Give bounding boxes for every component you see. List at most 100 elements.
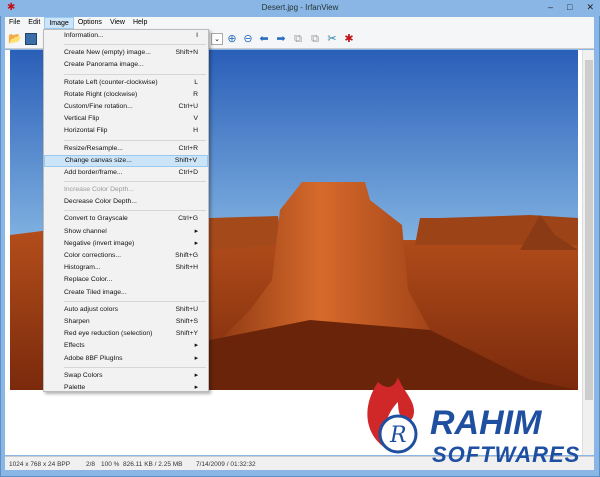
menu-item-color-corrections[interactable]: Color corrections... Shift+G [44, 250, 208, 262]
menu-item-shortcut: L [194, 78, 198, 86]
menu-item-label: Rotate Right (clockwise) [64, 90, 138, 98]
submenu-arrow-icon: ▸ [194, 342, 198, 350]
next-icon[interactable]: ➡ [275, 33, 287, 45]
menu-item-label: Horizontal Flip [64, 127, 108, 135]
menu-item-shortcut: Ctrl+U [178, 102, 198, 110]
menu-item-create-new-empty-image[interactable]: Create New (empty) image... Shift+N [44, 47, 208, 59]
menu-view[interactable]: View [106, 17, 129, 29]
zoom-out-icon[interactable]: ⊖ [242, 33, 254, 45]
status-dimensions: 1024 x 768 x 24 BPP [9, 461, 71, 468]
menu-item-auto-adjust-colors[interactable]: Auto adjust colors Shift+U [44, 304, 208, 316]
svg-text:R: R [389, 423, 407, 448]
menu-item-rotate-right-clockwise[interactable]: Rotate Right (clockwise) R [44, 89, 208, 101]
menu-item-shortcut: H [193, 127, 198, 135]
menu-separator [64, 139, 206, 141]
menu-separator [64, 300, 206, 302]
svg-text:RAHIM: RAHIM [430, 404, 542, 442]
menu-item-shortcut: V [193, 115, 198, 123]
menu-item-negative-invert-image[interactable]: Negative (invert image) ▸ [44, 238, 208, 250]
window-title: Desert.jpg - IrfanView [261, 3, 339, 12]
submenu-arrow-icon: ▸ [194, 354, 198, 362]
menu-separator [64, 366, 206, 368]
menu-item-label: Negative (invert image) [64, 239, 135, 247]
menu-edit[interactable]: Edit [24, 17, 44, 29]
menu-item-swap-colors[interactable]: Swap Colors ▸ [44, 370, 208, 382]
menu-item-effects[interactable]: Effects ▸ [44, 340, 208, 352]
status-date: 7/14/2009 / 01:32:32 [196, 461, 256, 468]
menu-options[interactable]: Options [74, 17, 106, 29]
menu-item-shortcut: Shift+U [175, 305, 198, 313]
menu-item-replace-color[interactable]: Replace Color... [44, 274, 208, 286]
menu-item-horizontal-flip[interactable]: Horizontal Flip H [44, 125, 208, 137]
status-zoom: 100 % [101, 461, 120, 468]
paste-icon[interactable]: ⧉ [309, 33, 321, 45]
menu-item-label: Create New (empty) image... [64, 49, 151, 57]
menu-item-label: Show channel [64, 227, 107, 235]
menu-item-label: Color corrections... [64, 252, 122, 259]
menu-item-shortcut: R [193, 90, 198, 98]
menu-item-shortcut: Shift+N [175, 49, 198, 57]
copy-icon[interactable]: ⧉ [292, 33, 304, 45]
menu-item-convert-to-grayscale[interactable]: Convert to Grayscale Ctrl+G [44, 213, 208, 225]
menu-item-label: Information... [64, 32, 104, 39]
menu-item-label: Rotate Left (counter-clockwise) [64, 78, 158, 86]
menu-item-label: Create Panorama image... [64, 61, 144, 69]
menu-item-shortcut: Ctrl+D [178, 168, 198, 176]
menu-item-shortcut: I [196, 32, 198, 39]
open-folder-icon[interactable]: 📂 [8, 33, 22, 45]
menu-item-add-border-frame[interactable]: Add border/frame... Ctrl+D [44, 167, 208, 179]
menu-item-sharpen[interactable]: Sharpen Shift+S [44, 316, 208, 328]
menu-separator [64, 73, 206, 75]
zoom-in-icon[interactable]: ⊕ [226, 33, 238, 45]
menu-item-change-canvas-size[interactable]: Change canvas size... Shift+V [44, 154, 208, 167]
menu-image[interactable]: Image [44, 17, 74, 29]
options-icon[interactable]: ✂ [326, 33, 338, 45]
previous-icon[interactable]: ⬅ [258, 33, 270, 45]
scrollbar-thumb[interactable] [585, 60, 593, 400]
menu-separator [64, 210, 206, 212]
menu-item-rotate-left-counter-clockwise[interactable]: Rotate Left (counter-clockwise) L [44, 77, 208, 89]
menu-item-label: Create Tiled image... [64, 288, 127, 296]
menu-item-vertical-flip[interactable]: Vertical Flip V [44, 113, 208, 125]
menu-item-histogram[interactable]: Histogram... Shift+H [44, 262, 208, 274]
menu-item-adobe-8bf-plugins[interactable]: Adobe 8BF PlugIns ▸ [44, 353, 208, 365]
menu-item-label: Adobe 8BF PlugIns [64, 354, 123, 362]
menu-help[interactable]: Help [129, 17, 151, 29]
menu-item-shortcut: Shift+Y [175, 330, 198, 338]
menu-item-label: Replace Color... [64, 276, 113, 284]
close-button[interactable]: ✕ [586, 2, 594, 13]
irfanview-about-icon[interactable]: ✱ [343, 33, 355, 45]
menu-item-shortcut: Shift+G [175, 252, 198, 259]
menu-item-label: Custom/Fine rotation... [64, 102, 133, 110]
menu-item-label: Change canvas size... [65, 156, 132, 164]
maximize-button[interactable]: □ [567, 2, 572, 13]
thumbnails-icon[interactable] [25, 33, 37, 45]
menu-item-information[interactable]: Information... I [44, 30, 208, 42]
menu-item-label: Decrease Color Depth... [64, 198, 137, 206]
menu-item-shortcut: Ctrl+R [178, 144, 198, 152]
menu-item-label: Palette [64, 383, 86, 391]
status-filesize: 826.11 KB / 2.25 MB [123, 461, 183, 468]
menu-item-shortcut: Shift+S [175, 317, 198, 325]
menu-item-decrease-color-depth[interactable]: Decrease Color Depth... [44, 196, 208, 208]
menu-item-show-channel[interactable]: Show channel ▸ [44, 226, 208, 238]
minimize-button[interactable]: – [548, 2, 553, 13]
dropdown-arrow-icon[interactable]: ⌄ [211, 33, 223, 45]
menu-item-label: Red eye reduction (selection) [64, 330, 153, 338]
menu-item-red-eye-reduction-selection[interactable]: Red eye reduction (selection) Shift+Y [44, 328, 208, 340]
menu-item-label: Histogram... [64, 264, 101, 272]
submenu-arrow-icon: ▸ [194, 371, 198, 379]
menu-item-custom-fine-rotation[interactable]: Custom/Fine rotation... Ctrl+U [44, 101, 208, 113]
menu-item-increase-color-depth[interactable]: Increase Color Depth... [44, 184, 208, 196]
submenu-arrow-icon: ▸ [194, 227, 198, 235]
menu-item-create-tiled-image[interactable]: Create Tiled image... [44, 287, 208, 299]
submenu-arrow-icon: ▸ [194, 239, 198, 247]
watermark-logo: R RAHIM SOFTWARES [358, 372, 598, 472]
menu-item-palette[interactable]: Palette ▸ [44, 382, 208, 394]
menu-item-create-panorama-image[interactable]: Create Panorama image... [44, 59, 208, 71]
menu-file[interactable]: File [5, 17, 24, 29]
menu-separator [64, 181, 206, 183]
menu-item-label: Effects [64, 342, 85, 350]
menu-item-resize-resample[interactable]: Resize/Resample... Ctrl+R [44, 143, 208, 155]
menu-separator [64, 44, 206, 46]
